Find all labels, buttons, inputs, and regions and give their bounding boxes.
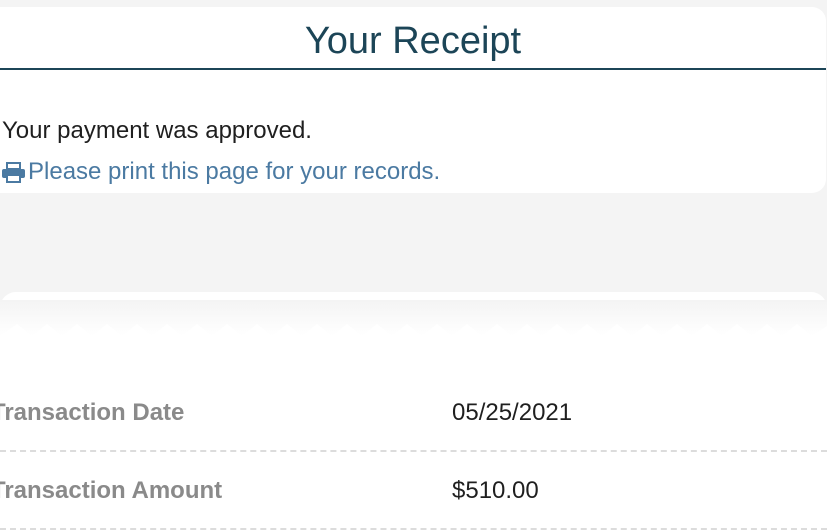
receipt-row-transaction-date: Transaction Date 05/25/2021 — [0, 398, 827, 476]
printer-icon — [0, 160, 28, 184]
print-link-label[interactable]: Please print this page for your records. — [28, 157, 440, 187]
print-page-link[interactable]: Please print this page for your records. — [0, 157, 440, 187]
receipt-row-transaction-amount: Transaction Amount $510.00 — [0, 476, 827, 530]
title-divider — [0, 68, 826, 70]
receipt-page: Your Receipt Your payment was approved. … — [0, 0, 827, 530]
approval-message: Your payment was approved. — [2, 117, 312, 144]
page-title: Your Receipt — [304, 20, 522, 62]
transaction-date-value: 05/25/2021 — [452, 399, 573, 426]
transaction-amount-label: Transaction Amount — [0, 477, 223, 504]
receipt-header-card: Your Receipt Your payment was approved. … — [0, 7, 826, 193]
transaction-amount-value: $510.00 — [452, 477, 539, 504]
transaction-date-label: Transaction Date — [0, 399, 185, 426]
row-divider — [0, 450, 827, 452]
receipt-torn-edge — [0, 300, 827, 340]
